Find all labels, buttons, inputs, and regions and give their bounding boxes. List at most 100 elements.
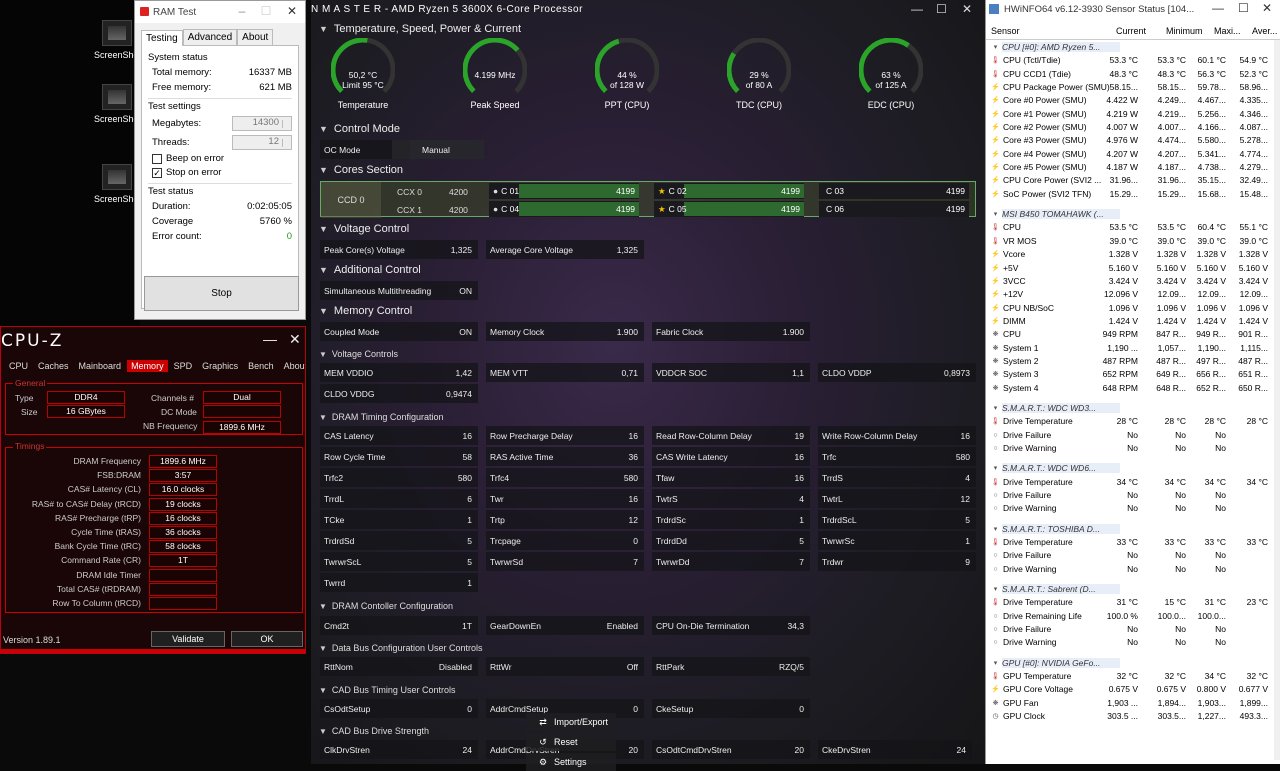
tab-memory[interactable]: Memory	[127, 360, 168, 372]
sensor-row[interactable]: ⚡ CPU Core Power (SVI2 ... 31.96... 31.96..…	[986, 174, 1276, 187]
maximize-icon[interactable]: ☐	[1238, 1, 1249, 15]
setting-cell[interactable]: ClkDrvStren 24	[320, 740, 478, 759]
sensor-row[interactable]: 🌡 GPU Temperature 32 °C 32 °C 34 °C 32 °C	[986, 670, 1276, 683]
section-control-mode[interactable]: ▼ Control Mode	[319, 123, 400, 135]
setting-cell[interactable]: Row Precharge Delay 16	[486, 426, 644, 445]
sensor-row[interactable]: ❋ System 3 652 RPM 649 R... 656 R... 651 R...	[986, 368, 1276, 381]
setting-cell[interactable]: CAS Latency 16	[320, 426, 478, 445]
sensor-row[interactable]: 🌡 Drive Temperature 33 °C 33 °C 33 °C 33 °C	[986, 536, 1276, 549]
core-c03[interactable]: C 03 4199	[819, 183, 969, 199]
sensor-row[interactable]: ⚡ GPU Core Voltage 0.675 V 0.675 V 0.800 V 0.…	[986, 683, 1276, 696]
sensor-group-header[interactable]: ▾ S.M.A.R.T.: TOSHIBA D...	[986, 523, 1276, 536]
setting-cell[interactable]: Trfc2 580	[320, 468, 478, 487]
setting-cell[interactable]: Row Cycle Time 58	[320, 447, 478, 466]
subsection-cad-drive[interactable]: ▼ CAD Bus Drive Strength	[319, 726, 429, 736]
tab-cpu[interactable]: CPU	[5, 360, 32, 372]
tab-advanced[interactable]: Advanced	[182, 29, 238, 45]
sensor-row[interactable]: ⚡ Vcore 1.328 V 1.328 V 1.328 V 1.328 V	[986, 248, 1276, 261]
core-c06[interactable]: C 06 4199	[819, 201, 969, 217]
setting-cell[interactable]: TwtrL 12	[818, 489, 976, 508]
sensor-group-header[interactable]: ▾ S.M.A.R.T.: WDC WD6...	[986, 462, 1276, 475]
col-average[interactable]: Aver...	[1252, 26, 1277, 36]
setting-cell[interactable]: TrrdL 6	[320, 489, 478, 508]
sensor-row[interactable]: ○ Drive Failure No No No	[986, 549, 1276, 562]
stop-button[interactable]: Stop	[144, 276, 299, 311]
sensor-row[interactable]: ❋ GPU Fan 1,903 ... 1,894... 1,903... 1,899..…	[986, 697, 1276, 710]
side-menu-reset[interactable]: ↺ Reset	[526, 733, 616, 751]
subsection-dram-timing[interactable]: ▼ DRAM Timing Configuration	[319, 412, 443, 422]
tab-testing[interactable]: Testing	[141, 30, 183, 46]
validate-button[interactable]: Validate	[151, 631, 225, 647]
sensor-row[interactable]: 🌡 VR MOS 39.0 °C 39.0 °C 39.0 °C 39.0 °C	[986, 235, 1276, 248]
col-sensor[interactable]: Sensor	[991, 26, 1020, 36]
sensor-row[interactable]: ⚡ 3VCC 3.424 V 3.424 V 3.424 V 3.424 V	[986, 275, 1276, 288]
sensor-row[interactable]: 🌡 CPU (Tctl/Tdie) 53.3 °C 53.3 °C 60.1 °C 54.…	[986, 54, 1276, 67]
setting-cell[interactable]: VDDCR SOC 1,1	[652, 363, 810, 382]
sensor-row[interactable]: ❋ System 1 1,190 ... 1,057... 1,190... 1,115.…	[986, 342, 1276, 355]
sensor-row[interactable]: ⚡ +5V 5.160 V 5.160 V 5.160 V 5.160 V	[986, 262, 1276, 275]
setting-cell[interactable]: Trcpage 0	[486, 531, 644, 550]
maximize-icon[interactable]: ☐	[255, 4, 277, 20]
col-minimum[interactable]: Minimum	[1166, 26, 1203, 36]
sensor-row[interactable]: ○ Drive Remaining Life 100.0 % 100.0... 100.…	[986, 610, 1276, 623]
setting-cell[interactable]: Twrrd 1	[320, 573, 478, 592]
setting-cell[interactable]: Twr 16	[486, 489, 644, 508]
scrollbar[interactable]	[1274, 40, 1280, 760]
maximize-icon[interactable]: ☐	[936, 2, 947, 16]
section-additional-control[interactable]: ▼ Additional Control	[319, 264, 421, 276]
core-c02[interactable]: ★ C 02 4199	[654, 183, 804, 199]
sensor-row[interactable]: ○ Drive Warning No No No	[986, 563, 1276, 576]
close-icon[interactable]: ✕	[1262, 1, 1272, 15]
setting-cell[interactable]: RttNom Disabled	[320, 657, 478, 676]
sensor-row[interactable]: ○ Drive Failure No No No	[986, 489, 1276, 502]
setting-cell[interactable]: TwtrS 4	[652, 489, 810, 508]
setting-cell[interactable]: Tfaw 16	[652, 468, 810, 487]
subsection-data-bus[interactable]: ▼ Data Bus Configuration User Controls	[319, 643, 483, 653]
setting-cell[interactable]: RttWr Off	[486, 657, 644, 676]
setting-cell[interactable]: Trdwr 9	[818, 552, 976, 571]
tab-bench[interactable]: Bench	[244, 360, 278, 372]
setting-cell[interactable]: CsOdtCmdDrvStren 20	[652, 740, 810, 759]
setting-cell[interactable]: TrrdS 4	[818, 468, 976, 487]
title-bar[interactable]: HWiNFO64 v6.12-3930 Sensor Status [104..…	[986, 0, 1280, 18]
sensor-row[interactable]: ⚡ DIMM 1.424 V 1.424 V 1.424 V 1.424 V	[986, 315, 1276, 328]
sensor-row[interactable]: ❋ CPU 949 RPM 847 R... 949 R... 901 R...	[986, 328, 1276, 341]
sensor-row[interactable]: 🌡 Drive Temperature 31 °C 15 °C 31 °C 23 °C	[986, 596, 1276, 609]
sensor-row[interactable]: ⚡ Core #4 Power (SMU) 4.207 W 4.207... 5.341…	[986, 148, 1276, 161]
setting-cell[interactable]: Write Row-Column Delay 16	[818, 426, 976, 445]
setting-cell[interactable]: CsOdtSetup 0	[320, 699, 478, 718]
setting-cell[interactable]: Average Core Voltage 1,325	[486, 240, 644, 259]
sensor-row[interactable]: ⚡ +12V 12.096 V 12.09... 12.09... 12.09...	[986, 288, 1276, 301]
sensor-row[interactable]: ⚡ Core #2 Power (SMU) 4.007 W 4.007... 4.166…	[986, 121, 1276, 134]
tab-spd[interactable]: SPD	[170, 360, 197, 372]
sensor-row[interactable]: ⚡ Core #0 Power (SMU) 4.422 W 4.249... 4.467…	[986, 94, 1276, 107]
setting-cell[interactable]: CLDO VDDG 0,9474	[320, 384, 478, 403]
sensor-row[interactable]: ⚡ Core #1 Power (SMU) 4.219 W 4.219... 5.256…	[986, 108, 1276, 121]
sensor-group-header[interactable]: ▾ CPU [#0]: AMD Ryzen 5...	[986, 41, 1276, 54]
setting-cell[interactable]: CAS Write Latency 16	[652, 447, 810, 466]
section-cores[interactable]: ▼ Cores Section	[319, 164, 403, 176]
setting-cell[interactable]: Fabric Clock 1.900	[652, 322, 810, 341]
sensor-row[interactable]: 🌡 CPU 53.5 °C 53.5 °C 60.4 °C 55.1 °C	[986, 221, 1276, 234]
setting-cell[interactable]: GearDownEn Enabled	[486, 616, 644, 635]
setting-cell[interactable]: CkeDrvStren 24	[818, 740, 972, 759]
setting-cell[interactable]: Coupled Mode ON	[320, 322, 478, 341]
section-memory-control[interactable]: ▼ Memory Control	[319, 305, 412, 317]
sensor-row[interactable]: ❋ System 4 648 RPM 648 R... 652 R... 650 R...	[986, 382, 1276, 395]
tab-about[interactable]: About	[280, 360, 305, 372]
threads-input[interactable]: 12	[232, 135, 292, 150]
setting-cell[interactable]: RttPark RZQ/5	[652, 657, 810, 676]
setting-cell[interactable]: Simultaneous Multithreading ON	[320, 281, 478, 300]
minimize-icon[interactable]: –	[231, 4, 253, 20]
tab-graphics[interactable]: Graphics	[198, 360, 242, 372]
setting-cell[interactable]: CLDO VDDP 0,8973	[818, 363, 976, 382]
subsection-cad-timing[interactable]: ▼ CAD Bus Timing User Controls	[319, 685, 455, 695]
section-voltage-control[interactable]: ▼ Voltage Control	[319, 223, 409, 235]
col-maximum[interactable]: Maxi...	[1214, 26, 1241, 36]
sensor-row[interactable]: ⚡ SoC Power (SVI2 TFN) 15.29... 15.29... 15.…	[986, 188, 1276, 201]
sensor-row[interactable]: ○ Drive Failure No No No	[986, 623, 1276, 636]
sensor-row[interactable]: 🌡 Drive Temperature 34 °C 34 °C 34 °C 34 °C	[986, 476, 1276, 489]
sensor-group-header[interactable]: ▾ MSI B450 TOMAHAWK (...	[986, 208, 1276, 221]
minimize-icon[interactable]: —	[911, 2, 924, 16]
setting-cell[interactable]: TrdrdSd 5	[320, 531, 478, 550]
